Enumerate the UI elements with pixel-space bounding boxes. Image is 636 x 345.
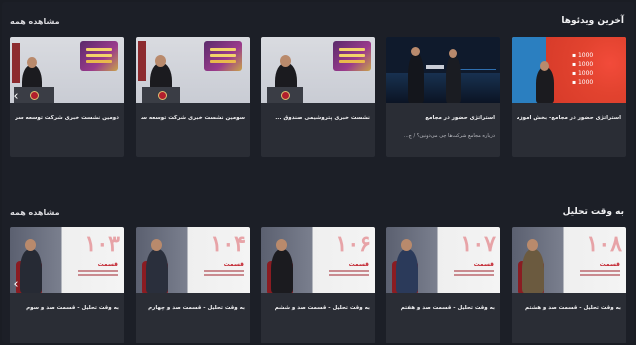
episode-number: ۱۰۸ (586, 231, 623, 257)
section-title: به وقت تحلیل (562, 207, 624, 217)
episode-thumbnail: ۱۰۷ قسمت (386, 227, 500, 293)
episode-card[interactable]: ۱۰۸ قسمت به وقت تحلیل - قسمت صد و هشتم (512, 227, 626, 343)
video-thumbnail (386, 37, 500, 103)
episode-number: ۱۰۳ (84, 231, 121, 257)
episode-number: ۱۰۷ (460, 231, 497, 257)
video-title: استراتژی حضور در مجامع (425, 115, 495, 121)
episode-thumbnail: ۱۰۳ قسمت (10, 227, 124, 293)
video-carousel: ▪ 1000 ▪ 1000 ▪ 1000 ▪ 1000 استراتژی حضور د… (10, 37, 626, 159)
episode-card[interactable]: ۱۰۷ قسمت به وقت تحلیل - قسمت صد و هفتم (386, 227, 500, 343)
video-thumbnail (10, 37, 124, 103)
video-thumbnail: ▪ 1000 ▪ 1000 ▪ 1000 ▪ 1000 (512, 37, 626, 103)
episode-label: قسمت (97, 261, 118, 268)
video-subtitle: درباره مجامع شرکت‌ها چی می‌دونین؟ / چ... (403, 133, 495, 139)
chevron-left-icon[interactable]: ‹ (11, 277, 21, 293)
see-all-link[interactable]: مشاهده همه (10, 208, 60, 217)
episode-card[interactable]: ۱۰۴ قسمت به وقت تحلیل - قسمت صد و چهارم (136, 227, 250, 343)
video-browser: آخرین ویدئوها مشاهده همه ▪ 1000 ▪ 1000 ▪ 1… (2, 2, 634, 343)
see-all-link[interactable]: مشاهده همه (10, 17, 60, 26)
episode-title: به وقت تحلیل - قسمت صد و چهارم (148, 305, 245, 311)
episode-label: قسمت (223, 261, 244, 268)
video-title: دومین نشست خبری شرکت توسعه سرمای... (15, 115, 119, 121)
video-thumbnail (261, 37, 375, 103)
video-card[interactable]: دومین نشست خبری شرکت توسعه سرمای... (10, 37, 124, 157)
episode-title: به وقت تحلیل - قسمت صد و هشتم (525, 305, 621, 311)
episode-number: ۱۰۶ (335, 231, 372, 257)
latest-videos-section: آخرین ویدئوها مشاهده همه ▪ 1000 ▪ 1000 ▪ 1… (2, 2, 634, 172)
episode-label: قسمت (473, 261, 494, 268)
chevron-left-icon[interactable]: ‹ (11, 89, 21, 105)
episode-thumbnail: ۱۰۶ قسمت (261, 227, 375, 293)
video-card[interactable]: ▪ 1000 ▪ 1000 ▪ 1000 ▪ 1000 استراتژی حضور د… (512, 37, 626, 157)
episode-title: به وقت تحلیل - قسمت صد و هفتم (400, 305, 495, 311)
video-title: استراتژی حضور در مجامع- بخش آموزش (517, 115, 621, 121)
video-card[interactable]: سومین نشست خبری شرکت توسعه سرمای... (136, 37, 250, 157)
episode-card[interactable]: ۱۰۶ قسمت به وقت تحلیل - قسمت صد و ششم (261, 227, 375, 343)
episode-label: قسمت (599, 261, 620, 268)
section-title: آخرین ویدئوها (561, 16, 624, 26)
analysis-series-section: به وقت تحلیل مشاهده همه ۱۰۸ قسمت به وقت … (2, 172, 634, 343)
episode-thumbnail: ۱۰۸ قسمت (512, 227, 626, 293)
video-card[interactable]: نشست خبری پتروشیمی صندوق ... (261, 37, 375, 157)
video-thumbnail (136, 37, 250, 103)
video-title: نشست خبری پتروشیمی صندوق ... (275, 115, 370, 121)
episode-carousel: ۱۰۸ قسمت به وقت تحلیل - قسمت صد و هشتم ۱… (10, 227, 626, 343)
episode-title: به وقت تحلیل - قسمت صد و سوم (26, 305, 119, 311)
episode-number: ۱۰۴ (210, 231, 247, 257)
video-title: سومین نشست خبری شرکت توسعه سرمای... (141, 115, 245, 121)
episode-title: به وقت تحلیل - قسمت صد و ششم (274, 305, 370, 311)
episode-card[interactable]: ۱۰۳ قسمت به وقت تحلیل - قسمت صد و سوم (10, 227, 124, 343)
episode-label: قسمت (348, 261, 369, 268)
episode-thumbnail: ۱۰۴ قسمت (136, 227, 250, 293)
video-card[interactable]: استراتژی حضور در مجامع درباره مجامع شرکت… (386, 37, 500, 157)
